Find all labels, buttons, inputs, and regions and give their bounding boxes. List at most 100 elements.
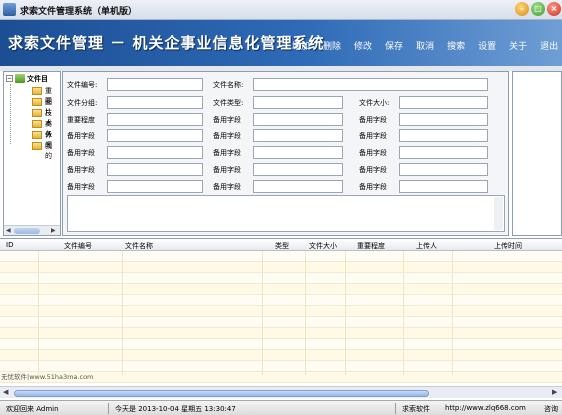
file-no-label: 文件编号: — [67, 81, 98, 89]
table-body — [0, 251, 562, 389]
status-divider — [108, 403, 109, 414]
collapse-icon[interactable]: − — [6, 75, 13, 82]
spare-field-input[interactable] — [253, 163, 343, 176]
spare-field-input[interactable] — [107, 163, 203, 176]
table-row[interactable] — [0, 273, 562, 284]
notes-scrollbar[interactable] — [494, 197, 503, 230]
column-divider — [305, 251, 306, 375]
table-row[interactable] — [0, 284, 562, 295]
minimize-button[interactable]: – — [515, 2, 529, 16]
folder-icon — [32, 120, 42, 128]
file-type-input[interactable] — [253, 96, 343, 109]
column-header-upload-time[interactable]: 上传时间 — [494, 241, 522, 251]
spare-field-label: 备用字段 — [67, 166, 95, 174]
scrollbar-thumb[interactable] — [14, 228, 40, 234]
column-header-file-name[interactable]: 文件名称 — [125, 241, 153, 251]
column-header-id[interactable]: ID — [6, 241, 13, 249]
table-row[interactable] — [0, 350, 562, 361]
spare-field-input[interactable] — [253, 113, 343, 126]
column-header-file-no[interactable]: 文件编号 — [64, 241, 92, 251]
consult-link[interactable]: 咨询 — [544, 404, 558, 414]
edit-button[interactable]: 修改 — [354, 39, 372, 52]
exit-button[interactable]: 退出 — [540, 39, 558, 52]
spare-field-input[interactable] — [399, 113, 488, 126]
save-button[interactable]: 保存 — [385, 39, 403, 52]
app-icon — [3, 3, 16, 16]
column-divider — [122, 251, 123, 375]
spare-field-label: 备用字段 — [359, 116, 387, 124]
table-row[interactable] — [0, 339, 562, 350]
maximize-button[interactable]: □ — [531, 2, 545, 16]
column-header-size[interactable]: 文件大小 — [309, 241, 337, 251]
folder-tree[interactable]: − 文件目 重要 图片 技术 商务 休闲 我的 ◀ ▶ — [3, 71, 61, 236]
scroll-right-icon[interactable]: ▶ — [552, 388, 557, 396]
preview-pane — [512, 71, 562, 236]
settings-button[interactable]: 设置 — [478, 39, 496, 52]
table-row[interactable] — [0, 306, 562, 317]
scroll-left-icon[interactable]: ◀ — [3, 388, 8, 396]
importance-input[interactable] — [107, 113, 203, 126]
importance-label: 重要程度 — [67, 116, 95, 124]
website-link[interactable]: http://www.zlq668.com — [445, 404, 526, 412]
spare-field-label: 备用字段 — [213, 166, 241, 174]
spare-field-input[interactable] — [107, 129, 203, 142]
add-button[interactable]: 增加 — [292, 39, 310, 52]
spare-field-input[interactable] — [399, 146, 488, 159]
file-size-label: 文件大小: — [359, 99, 390, 107]
toolbar-menu: 增加 删除 修改 保存 取消 搜索 设置 关于 退出 — [292, 39, 562, 52]
date-time-text: 今天是 2013-10-04 星期五 13:30:47 — [115, 405, 236, 413]
table-row[interactable] — [0, 295, 562, 306]
table-row[interactable] — [0, 317, 562, 328]
about-button[interactable]: 关于 — [509, 39, 527, 52]
file-no-input[interactable] — [107, 78, 203, 91]
file-size-input[interactable] — [399, 96, 488, 109]
table-row[interactable] — [0, 262, 562, 273]
table-row[interactable] — [0, 328, 562, 339]
spare-field-label: 备用字段 — [67, 132, 95, 140]
column-header-type[interactable]: 类型 — [275, 241, 289, 251]
table-horizontal-scrollbar[interactable]: ◀ ▶ — [0, 386, 562, 398]
spare-field-label: 备用字段 — [67, 183, 95, 191]
spare-field-label: 备用字段 — [213, 116, 241, 124]
file-name-input[interactable] — [253, 78, 488, 91]
spare-field-label: 备用字段 — [359, 183, 387, 191]
spare-field-input[interactable] — [399, 180, 488, 193]
folder-icon — [32, 109, 42, 117]
spare-field-label: 备用字段 — [67, 149, 95, 157]
vendor-text: 求索软件 — [402, 405, 430, 413]
close-button[interactable]: × — [547, 2, 561, 16]
scrollbar-thumb[interactable] — [14, 390, 429, 397]
spare-field-label: 备用字段 — [213, 149, 241, 157]
column-divider — [345, 251, 346, 375]
column-divider — [452, 251, 453, 375]
spare-field-input[interactable] — [399, 163, 488, 176]
status-divider — [395, 403, 396, 414]
spare-field-input[interactable] — [253, 129, 343, 142]
spare-field-input[interactable] — [253, 180, 343, 193]
column-header-uploader[interactable]: 上传人 — [416, 241, 437, 251]
status-bar: 欢迎回来 Admin 今天是 2013-10-04 星期五 13:30:47 求… — [0, 400, 562, 415]
window-titlebar: 求索文件管理系统（单机版） – □ × — [0, 0, 562, 20]
table-row[interactable] — [0, 251, 562, 262]
search-button[interactable]: 搜索 — [447, 39, 465, 52]
column-divider — [38, 251, 39, 375]
spare-field-input[interactable] — [107, 146, 203, 159]
folder-icon — [32, 142, 42, 150]
notes-textarea[interactable] — [67, 195, 505, 232]
window-title: 求索文件管理系统（单机版） — [20, 7, 138, 17]
spare-field-input[interactable] — [399, 129, 488, 142]
scroll-right-icon[interactable]: ▶ — [51, 227, 56, 234]
spare-field-label: 备用字段 — [359, 166, 387, 174]
delete-button[interactable]: 删除 — [323, 39, 341, 52]
cancel-button[interactable]: 取消 — [416, 39, 434, 52]
scroll-left-icon[interactable]: ◀ — [6, 227, 11, 234]
app-title: 求索文件管理 － 机关企事业信息化管理系统 — [8, 34, 325, 52]
spare-field-input[interactable] — [253, 146, 343, 159]
file-category-input[interactable] — [107, 96, 203, 109]
tree-horizontal-scrollbar[interactable]: ◀ ▶ — [4, 225, 60, 235]
spare-field-input[interactable] — [107, 180, 203, 193]
app-header: 求索文件管理 － 机关企事业信息化管理系统 增加 删除 修改 保存 取消 搜索 … — [0, 20, 562, 66]
tree-line — [10, 84, 11, 144]
tree-root-label[interactable]: 文件目 — [27, 74, 48, 84]
column-header-importance[interactable]: 重要程度 — [357, 241, 385, 251]
